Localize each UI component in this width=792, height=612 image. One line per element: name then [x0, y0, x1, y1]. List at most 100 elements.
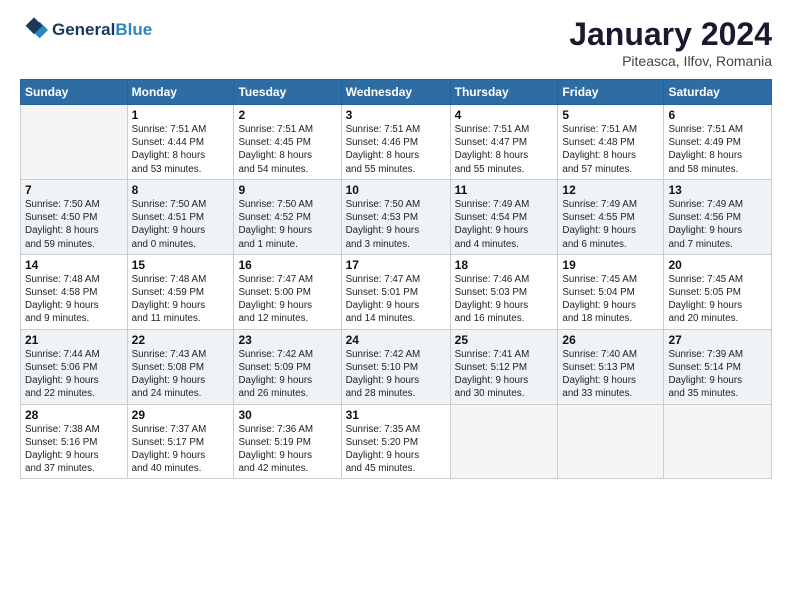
calendar-cell: 12Sunrise: 7:49 AM Sunset: 4:55 PM Dayli…: [558, 179, 664, 254]
calendar-cell: 22Sunrise: 7:43 AM Sunset: 5:08 PM Dayli…: [127, 329, 234, 404]
col-saturday: Saturday: [664, 80, 772, 105]
day-number: 16: [238, 258, 336, 272]
calendar-cell: [450, 404, 558, 479]
calendar-cell: 10Sunrise: 7:50 AM Sunset: 4:53 PM Dayli…: [341, 179, 450, 254]
calendar-cell: 24Sunrise: 7:42 AM Sunset: 5:10 PM Dayli…: [341, 329, 450, 404]
day-details: Sunrise: 7:44 AM Sunset: 5:06 PM Dayligh…: [25, 348, 123, 401]
calendar-cell: 26Sunrise: 7:40 AM Sunset: 5:13 PM Dayli…: [558, 329, 664, 404]
calendar-cell: 3Sunrise: 7:51 AM Sunset: 4:46 PM Daylig…: [341, 105, 450, 180]
day-number: 11: [455, 183, 554, 197]
day-number: 4: [455, 108, 554, 122]
day-details: Sunrise: 7:51 AM Sunset: 4:48 PM Dayligh…: [562, 123, 659, 176]
day-number: 3: [346, 108, 446, 122]
day-number: 29: [132, 408, 230, 422]
day-details: Sunrise: 7:49 AM Sunset: 4:55 PM Dayligh…: [562, 198, 659, 251]
day-details: Sunrise: 7:40 AM Sunset: 5:13 PM Dayligh…: [562, 348, 659, 401]
day-number: 21: [25, 333, 123, 347]
day-number: 8: [132, 183, 230, 197]
calendar-cell: 25Sunrise: 7:41 AM Sunset: 5:12 PM Dayli…: [450, 329, 558, 404]
day-number: 20: [668, 258, 767, 272]
day-details: Sunrise: 7:49 AM Sunset: 4:56 PM Dayligh…: [668, 198, 767, 251]
day-details: Sunrise: 7:39 AM Sunset: 5:14 PM Dayligh…: [668, 348, 767, 401]
day-details: Sunrise: 7:41 AM Sunset: 5:12 PM Dayligh…: [455, 348, 554, 401]
day-number: 13: [668, 183, 767, 197]
calendar-table: Sunday Monday Tuesday Wednesday Thursday…: [20, 79, 772, 479]
day-details: Sunrise: 7:51 AM Sunset: 4:46 PM Dayligh…: [346, 123, 446, 176]
calendar-week-row: 14Sunrise: 7:48 AM Sunset: 4:58 PM Dayli…: [21, 254, 772, 329]
day-details: Sunrise: 7:42 AM Sunset: 5:10 PM Dayligh…: [346, 348, 446, 401]
calendar-cell: 19Sunrise: 7:45 AM Sunset: 5:04 PM Dayli…: [558, 254, 664, 329]
day-number: 2: [238, 108, 336, 122]
col-friday: Friday: [558, 80, 664, 105]
calendar-cell: 5Sunrise: 7:51 AM Sunset: 4:48 PM Daylig…: [558, 105, 664, 180]
calendar-cell: 21Sunrise: 7:44 AM Sunset: 5:06 PM Dayli…: [21, 329, 128, 404]
day-details: Sunrise: 7:43 AM Sunset: 5:08 PM Dayligh…: [132, 348, 230, 401]
calendar-cell: 20Sunrise: 7:45 AM Sunset: 5:05 PM Dayli…: [664, 254, 772, 329]
day-number: 5: [562, 108, 659, 122]
day-number: 19: [562, 258, 659, 272]
day-details: Sunrise: 7:50 AM Sunset: 4:52 PM Dayligh…: [238, 198, 336, 251]
day-details: Sunrise: 7:36 AM Sunset: 5:19 PM Dayligh…: [238, 423, 336, 476]
calendar-cell: 6Sunrise: 7:51 AM Sunset: 4:49 PM Daylig…: [664, 105, 772, 180]
col-thursday: Thursday: [450, 80, 558, 105]
calendar-cell: 27Sunrise: 7:39 AM Sunset: 5:14 PM Dayli…: [664, 329, 772, 404]
day-details: Sunrise: 7:47 AM Sunset: 5:00 PM Dayligh…: [238, 273, 336, 326]
calendar-cell: 14Sunrise: 7:48 AM Sunset: 4:58 PM Dayli…: [21, 254, 128, 329]
calendar-cell: 31Sunrise: 7:35 AM Sunset: 5:20 PM Dayli…: [341, 404, 450, 479]
day-details: Sunrise: 7:49 AM Sunset: 4:54 PM Dayligh…: [455, 198, 554, 251]
logo-icon: [20, 16, 48, 44]
day-details: Sunrise: 7:37 AM Sunset: 5:17 PM Dayligh…: [132, 423, 230, 476]
day-details: Sunrise: 7:38 AM Sunset: 5:16 PM Dayligh…: [25, 423, 123, 476]
day-number: 23: [238, 333, 336, 347]
day-number: 22: [132, 333, 230, 347]
day-details: Sunrise: 7:48 AM Sunset: 4:59 PM Dayligh…: [132, 273, 230, 326]
day-details: Sunrise: 7:48 AM Sunset: 4:58 PM Dayligh…: [25, 273, 123, 326]
day-details: Sunrise: 7:51 AM Sunset: 4:45 PM Dayligh…: [238, 123, 336, 176]
calendar-header-row: Sunday Monday Tuesday Wednesday Thursday…: [21, 80, 772, 105]
day-number: 30: [238, 408, 336, 422]
col-sunday: Sunday: [21, 80, 128, 105]
day-number: 7: [25, 183, 123, 197]
month-title: January 2024: [569, 16, 772, 53]
calendar-week-row: 1Sunrise: 7:51 AM Sunset: 4:44 PM Daylig…: [21, 105, 772, 180]
day-details: Sunrise: 7:45 AM Sunset: 5:04 PM Dayligh…: [562, 273, 659, 326]
title-block: January 2024 Piteasca, Ilfov, Romania: [569, 16, 772, 69]
col-wednesday: Wednesday: [341, 80, 450, 105]
calendar-cell: 13Sunrise: 7:49 AM Sunset: 4:56 PM Dayli…: [664, 179, 772, 254]
col-tuesday: Tuesday: [234, 80, 341, 105]
page: GeneralBlue January 2024 Piteasca, Ilfov…: [0, 0, 792, 612]
calendar-cell: [558, 404, 664, 479]
day-details: Sunrise: 7:50 AM Sunset: 4:50 PM Dayligh…: [25, 198, 123, 251]
day-number: 24: [346, 333, 446, 347]
calendar-cell: 30Sunrise: 7:36 AM Sunset: 5:19 PM Dayli…: [234, 404, 341, 479]
day-details: Sunrise: 7:46 AM Sunset: 5:03 PM Dayligh…: [455, 273, 554, 326]
day-number: 14: [25, 258, 123, 272]
calendar-cell: [664, 404, 772, 479]
day-number: 15: [132, 258, 230, 272]
calendar-cell: 23Sunrise: 7:42 AM Sunset: 5:09 PM Dayli…: [234, 329, 341, 404]
calendar-cell: 17Sunrise: 7:47 AM Sunset: 5:01 PM Dayli…: [341, 254, 450, 329]
day-number: 9: [238, 183, 336, 197]
calendar-cell: 8Sunrise: 7:50 AM Sunset: 4:51 PM Daylig…: [127, 179, 234, 254]
header: GeneralBlue January 2024 Piteasca, Ilfov…: [20, 16, 772, 69]
calendar-cell: [21, 105, 128, 180]
calendar-cell: 4Sunrise: 7:51 AM Sunset: 4:47 PM Daylig…: [450, 105, 558, 180]
calendar-cell: 9Sunrise: 7:50 AM Sunset: 4:52 PM Daylig…: [234, 179, 341, 254]
day-details: Sunrise: 7:51 AM Sunset: 4:49 PM Dayligh…: [668, 123, 767, 176]
calendar-week-row: 28Sunrise: 7:38 AM Sunset: 5:16 PM Dayli…: [21, 404, 772, 479]
day-details: Sunrise: 7:51 AM Sunset: 4:47 PM Dayligh…: [455, 123, 554, 176]
location: Piteasca, Ilfov, Romania: [569, 53, 772, 69]
logo: GeneralBlue: [20, 16, 152, 44]
calendar-cell: 2Sunrise: 7:51 AM Sunset: 4:45 PM Daylig…: [234, 105, 341, 180]
calendar-cell: 16Sunrise: 7:47 AM Sunset: 5:00 PM Dayli…: [234, 254, 341, 329]
calendar-cell: 18Sunrise: 7:46 AM Sunset: 5:03 PM Dayli…: [450, 254, 558, 329]
day-details: Sunrise: 7:42 AM Sunset: 5:09 PM Dayligh…: [238, 348, 336, 401]
day-number: 27: [668, 333, 767, 347]
calendar-cell: 11Sunrise: 7:49 AM Sunset: 4:54 PM Dayli…: [450, 179, 558, 254]
day-number: 28: [25, 408, 123, 422]
day-number: 12: [562, 183, 659, 197]
day-number: 18: [455, 258, 554, 272]
day-number: 31: [346, 408, 446, 422]
day-number: 6: [668, 108, 767, 122]
calendar-cell: 15Sunrise: 7:48 AM Sunset: 4:59 PM Dayli…: [127, 254, 234, 329]
